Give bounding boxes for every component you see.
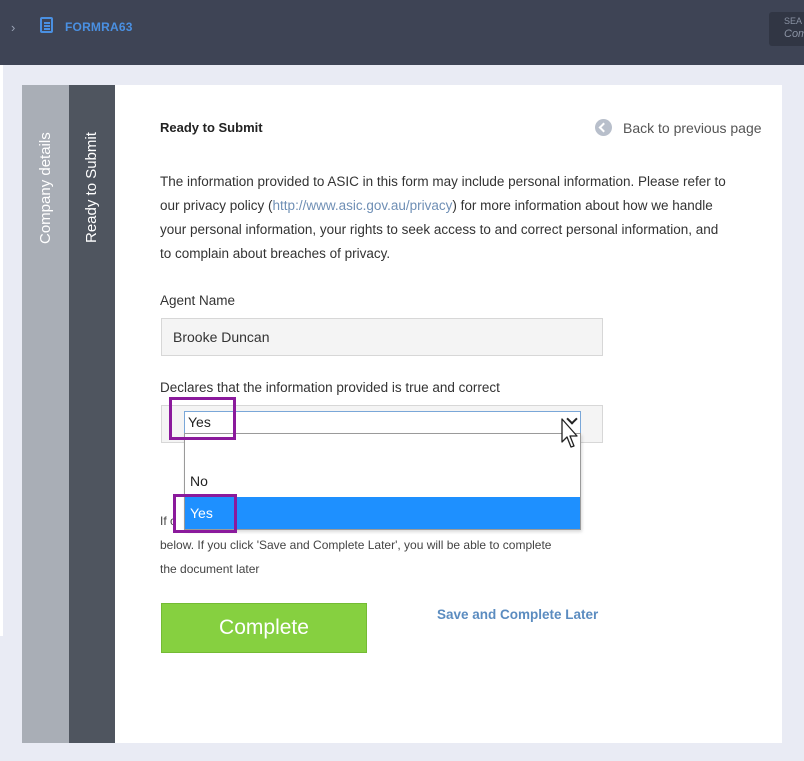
chevron-right-icon[interactable]: › — [11, 20, 15, 35]
instructions-line-3: the document later — [160, 562, 260, 576]
top-bar: › FORMRA63 SEA Com — [0, 0, 804, 65]
tab-company-details-label: Company details — [36, 132, 54, 244]
search-label: SEA — [784, 16, 803, 26]
agent-name-field[interactable]: Brooke Duncan — [161, 318, 603, 356]
instructions-line-2: below. If you click 'Save and Complete L… — [160, 538, 552, 552]
search-sub: Com — [784, 28, 804, 40]
document-icon — [40, 17, 53, 33]
declaration-select[interactable]: Yes — [184, 411, 581, 434]
complete-button[interactable]: Complete — [161, 603, 367, 653]
mouse-cursor-icon — [561, 418, 578, 448]
tab-ready-to-submit-label: Ready to Submit — [83, 132, 100, 243]
back-link[interactable]: Back to previous page — [595, 119, 762, 136]
left-edge — [0, 65, 3, 636]
agent-name-label: Agent Name — [160, 293, 236, 308]
option-no[interactable]: No — [185, 465, 580, 497]
save-and-complete-later-link[interactable]: Save and Complete Later — [437, 607, 598, 622]
highlight-selected-value — [169, 397, 236, 440]
option-yes[interactable]: Yes — [185, 497, 580, 529]
page-title: Ready to Submit — [160, 120, 263, 135]
tab-company-details[interactable]: Company details — [22, 85, 69, 743]
option-blank[interactable] — [185, 434, 580, 466]
back-arrow-icon — [595, 119, 612, 136]
declaration-label: Declares that the information provided i… — [160, 380, 500, 395]
privacy-notice: The information provided to ASIC in this… — [160, 170, 730, 266]
search-box[interactable]: SEA Com — [769, 12, 804, 46]
tab-ready-to-submit[interactable]: Ready to Submit — [69, 85, 115, 743]
declaration-dropdown: No Yes — [184, 433, 581, 530]
privacy-link[interactable]: http://www.asic.gov.au/privacy — [273, 198, 453, 213]
highlight-yes-option — [173, 494, 237, 533]
back-link-label: Back to previous page — [623, 119, 762, 136]
form-code[interactable]: FORMRA63 — [65, 20, 133, 34]
